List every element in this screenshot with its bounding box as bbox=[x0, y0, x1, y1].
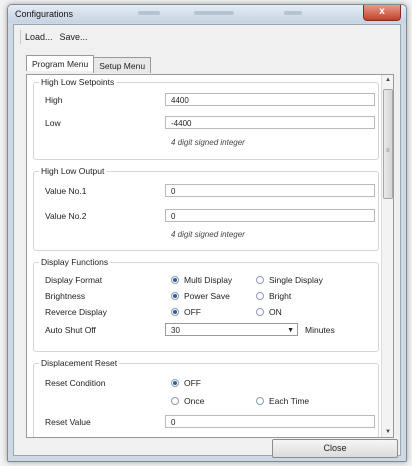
menu-item-save[interactable]: Save... bbox=[60, 32, 88, 42]
high-label: High bbox=[45, 95, 63, 105]
close-button[interactable]: Close bbox=[272, 439, 398, 458]
radio-power-save[interactable] bbox=[171, 292, 179, 300]
scrollbar-thumb[interactable]: ≡ bbox=[383, 89, 393, 199]
auto-shut-off-label: Auto Shut Off bbox=[45, 325, 96, 335]
group-displacement-reset: Displacement Reset Reset Condition OFF O… bbox=[33, 358, 379, 437]
setpoints-hint: 4 digit signed integer bbox=[171, 138, 245, 147]
high-input[interactable]: 4400 bbox=[165, 93, 375, 106]
scroll-down-icon[interactable]: ▼ bbox=[385, 429, 391, 435]
single-display-label: Single Display bbox=[269, 275, 323, 285]
vertical-scrollbar[interactable]: ▲ ≡ ▼ bbox=[381, 75, 393, 437]
grip-icon: ≡ bbox=[386, 148, 390, 154]
reset-off-label: OFF bbox=[184, 378, 201, 388]
scroll-up-icon[interactable]: ▲ bbox=[385, 77, 391, 83]
menu-bar: Load... Save... bbox=[20, 30, 88, 44]
group-title: Displacement Reset bbox=[39, 358, 120, 368]
group-title: Display Functions bbox=[39, 257, 111, 267]
ghost-title-artifact bbox=[194, 11, 234, 15]
ghost-title-artifact bbox=[284, 11, 302, 15]
reverce-display-label: Reverce Display bbox=[45, 307, 107, 317]
value-no1-input[interactable]: 0 bbox=[165, 184, 375, 197]
window-close-button[interactable]: x bbox=[363, 5, 401, 21]
brightness-label: Brightness bbox=[45, 291, 86, 301]
program-menu-panel: High Low Setpoints High 4400 Low -4400 4… bbox=[26, 74, 394, 438]
bright-label: Bright bbox=[269, 291, 292, 301]
group-high-low-output: High Low Output Value No.1 0 Value No.2 … bbox=[33, 166, 379, 251]
group-high-low-setpoints: High Low Setpoints High 4400 Low -4400 4… bbox=[33, 77, 379, 160]
radio-multi-display[interactable] bbox=[171, 276, 179, 284]
auto-shut-off-select[interactable]: 30 ▼ bbox=[165, 323, 298, 336]
configurations-window: Configurations x Load... Save... Program… bbox=[7, 4, 407, 462]
window-title: Configurations bbox=[15, 9, 74, 19]
reset-value-label: Reset Value bbox=[45, 417, 91, 427]
group-display-functions: Display Functions Display Format Multi D… bbox=[33, 257, 379, 352]
low-input[interactable]: -4400 bbox=[165, 116, 375, 129]
value-no1-label: Value No.1 bbox=[45, 186, 87, 196]
value-no2-label: Value No.2 bbox=[45, 211, 87, 221]
reset-condition-label: Reset Condition bbox=[45, 378, 106, 388]
reset-value-input[interactable]: 0 bbox=[165, 415, 375, 428]
ghost-title-artifact bbox=[138, 11, 160, 15]
chevron-down-icon: ▼ bbox=[287, 327, 294, 334]
radio-bright[interactable] bbox=[256, 292, 264, 300]
menu-item-load[interactable]: Load... bbox=[25, 32, 53, 42]
radio-reverce-off[interactable] bbox=[171, 308, 179, 316]
radio-reset-each-time[interactable] bbox=[256, 397, 264, 405]
low-label: Low bbox=[45, 118, 61, 128]
output-hint: 4 digit signed integer bbox=[171, 230, 245, 239]
group-title: High Low Output bbox=[39, 166, 107, 176]
multi-display-label: Multi Display bbox=[184, 275, 233, 285]
reverce-off-label: OFF bbox=[184, 307, 201, 317]
value-no2-input[interactable]: 0 bbox=[165, 209, 375, 222]
power-save-label: Power Save bbox=[184, 291, 230, 301]
radio-reset-once[interactable] bbox=[171, 397, 179, 405]
reset-once-label: Once bbox=[184, 396, 205, 406]
reset-each-time-label: Each Time bbox=[269, 396, 310, 406]
title-bar[interactable]: Configurations x bbox=[8, 5, 406, 23]
radio-reset-off[interactable] bbox=[171, 379, 179, 387]
display-format-label: Display Format bbox=[45, 275, 103, 285]
close-icon: x bbox=[379, 6, 385, 17]
dialog-client-area: Load... Save... Program Menu Setup Menu … bbox=[13, 24, 401, 458]
reverce-on-label: ON bbox=[269, 307, 282, 317]
tab-program-menu[interactable]: Program Menu bbox=[26, 55, 95, 71]
auto-shut-off-value: 30 bbox=[171, 326, 180, 335]
radio-reverce-on[interactable] bbox=[256, 308, 264, 316]
radio-single-display[interactable] bbox=[256, 276, 264, 284]
minutes-unit-label: Minutes bbox=[305, 325, 335, 335]
tab-setup-menu[interactable]: Setup Menu bbox=[93, 57, 152, 73]
group-title: High Low Setpoints bbox=[39, 77, 117, 87]
tab-strip: Program Menu Setup Menu bbox=[26, 55, 152, 73]
